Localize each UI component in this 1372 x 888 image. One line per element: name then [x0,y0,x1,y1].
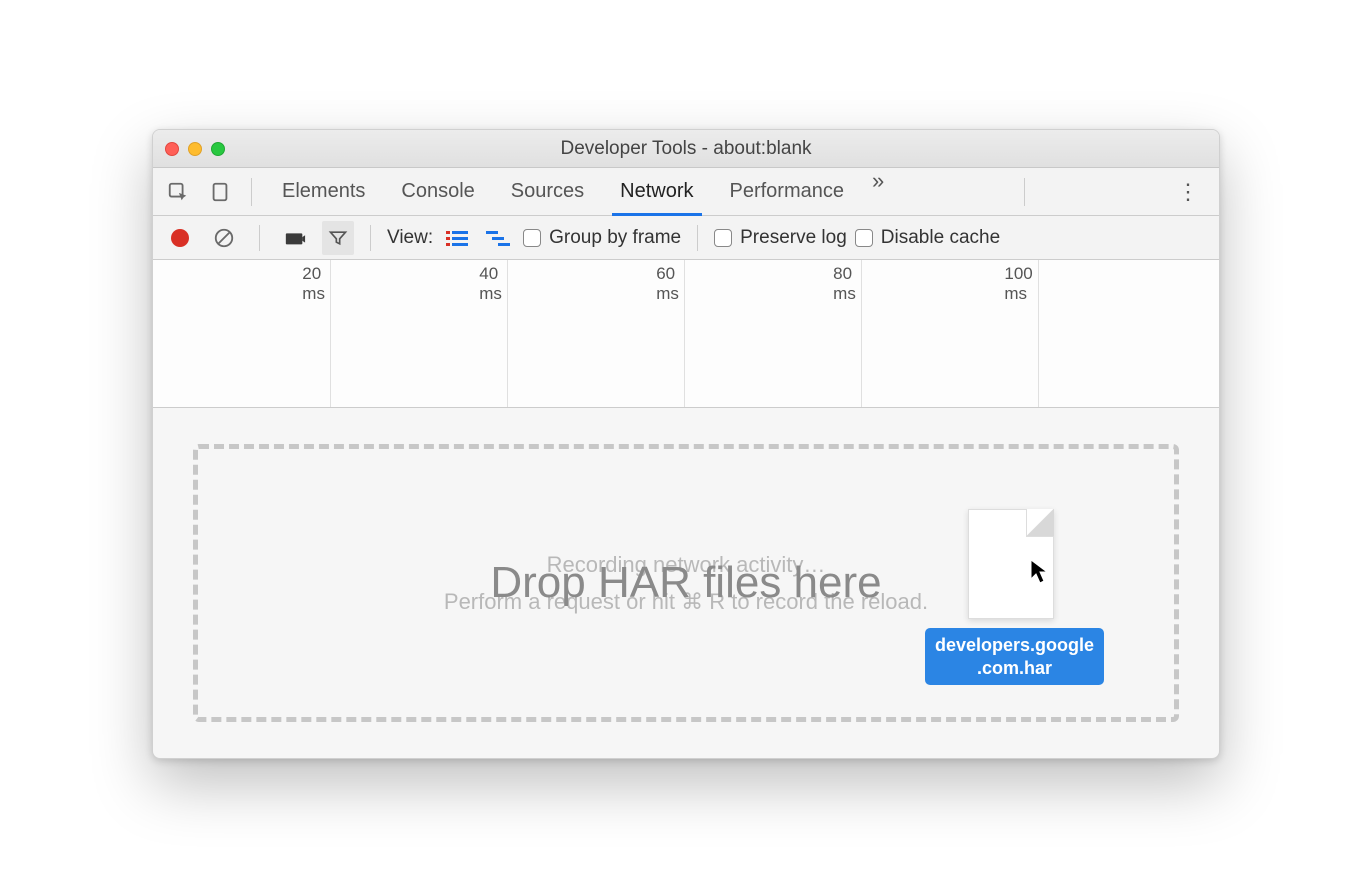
settings-menu-icon[interactable]: ⋮ [1163,179,1213,205]
separator [370,225,371,251]
cursor-icon [1030,559,1050,592]
timeline-tick: 20 ms [302,264,325,304]
timeline-tick: 80 ms [833,264,856,304]
tab-performance[interactable]: Performance [712,168,863,215]
minimize-window-button[interactable] [188,142,202,156]
checkbox-icon [523,229,541,247]
checkbox-label: Disable cache [881,227,1000,249]
inspect-element-icon[interactable] [159,175,197,209]
har-dropzone[interactable]: Recording network activity… Perform a re… [193,444,1179,722]
device-toggle-icon[interactable] [201,175,239,209]
preserve-log-checkbox[interactable]: Preserve log [714,227,847,249]
tab-sources[interactable]: Sources [493,168,602,215]
titlebar: Developer Tools - about:blank [153,130,1219,168]
view-label: View: [387,227,433,249]
view-list-icon[interactable] [441,226,473,250]
window-title: Developer Tools - about:blank [153,138,1219,160]
timeline-tick: 60 ms [656,264,679,304]
panel-tabbar: Elements Console Sources Network Perform… [153,168,1219,216]
close-window-button[interactable] [165,142,179,156]
checkbox-label: Preserve log [740,227,847,249]
dragged-file-label: developers.google .com.har [925,628,1104,685]
separator [697,225,698,251]
maximize-window-button[interactable] [211,142,225,156]
devtools-window: Developer Tools - about:blank Elements C… [152,129,1220,759]
checkbox-icon [855,229,873,247]
timeline-tick: 100 ms [1004,264,1032,304]
tab-network[interactable]: Network [602,168,711,215]
separator [251,178,252,206]
disable-cache-checkbox[interactable]: Disable cache [855,227,1000,249]
record-button[interactable] [163,221,197,255]
network-content: Recording network activity… Perform a re… [153,408,1219,758]
clear-icon[interactable] [205,221,243,255]
dropzone-main-text: Drop HAR files here [490,558,881,608]
checkbox-label: Group by frame [549,227,681,249]
separator [1024,178,1025,206]
tab-console[interactable]: Console [383,168,492,215]
group-by-frame-checkbox[interactable]: Group by frame [523,227,681,249]
tab-elements[interactable]: Elements [264,168,383,215]
filter-icon[interactable] [322,221,354,255]
panel-tabs: Elements Console Sources Network Perform… [264,168,894,215]
timeline-overview[interactable]: 20 ms 40 ms 60 ms 80 ms 100 ms [153,260,1219,408]
view-waterfall-icon[interactable] [481,226,515,250]
network-toolbar: View: Group by frame Preserve log Disabl… [153,216,1219,260]
separator [259,225,260,251]
checkbox-icon [714,229,732,247]
timeline-tick: 40 ms [479,264,502,304]
screenshot-icon[interactable] [276,221,314,255]
window-controls [165,142,225,156]
tabs-overflow-button[interactable]: » [862,168,894,215]
